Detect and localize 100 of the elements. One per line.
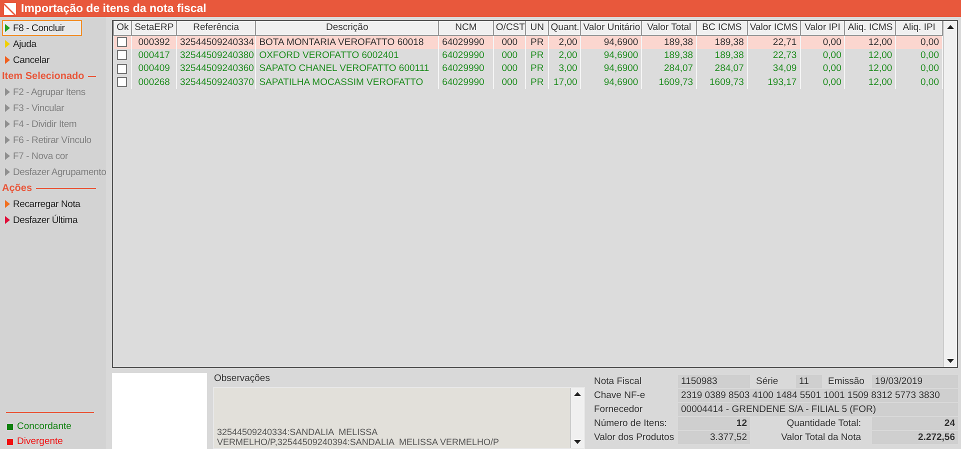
table-cell: 0,00 [800, 35, 845, 48]
table-cell: 189,38 [696, 48, 748, 62]
table-cell: 64029990 [438, 76, 494, 89]
table-cell: 000409 [132, 62, 176, 76]
field-label: Valor Total da Nota [780, 432, 862, 443]
legend-label: Divergente [17, 436, 63, 447]
table-cell: 0,00 [800, 62, 845, 76]
sidebar-item[interactable]: Recarregar Nota [2, 196, 106, 212]
table-cell: 94,6900 [580, 62, 642, 76]
checkbox[interactable] [117, 77, 128, 88]
field-value: 11 [796, 375, 822, 388]
column-header[interactable]: NCM [438, 21, 494, 35]
column-header[interactable]: O/CST [493, 21, 526, 35]
observations-field[interactable]: 32544509240334:SANDALIA MELISSA VERMELHO/P,32544509240394:SANDALIA MELISSA VERMELHO/P [213, 387, 585, 449]
window-title: Importação de itens da nota fiscal [21, 2, 206, 14]
field-label: Quantidade Total: [786, 418, 862, 429]
table-cell: 22,71 [747, 35, 800, 48]
table-cell: 1609,73 [696, 76, 748, 89]
table-cell: 32544509240380 [176, 48, 256, 62]
field-label: Emissão [827, 376, 866, 387]
table-cell: PR [526, 62, 548, 76]
field-value: 3.377,52 [678, 431, 750, 444]
table-cell: PR [526, 76, 548, 89]
table-cell: 2,00 [548, 35, 581, 48]
scrollbar[interactable] [943, 21, 957, 367]
table-cell: SAPATILHA MOCASSIM VEROFATTO [256, 76, 439, 89]
table-cell: OXFORD VEROFATTO 6002401 [256, 48, 439, 62]
field-label: Fornecedor [593, 404, 644, 415]
table-cell: 0,00 [800, 76, 845, 89]
column-header[interactable]: Valor Total [642, 21, 697, 35]
checkbox[interactable] [117, 64, 128, 74]
field-label: Número de Itens: [593, 418, 668, 429]
field-value: 1150983 [678, 375, 750, 388]
table-cell: 0,00 [896, 35, 942, 48]
column-header[interactable]: Valor ICMS [747, 21, 800, 35]
column-header[interactable]: Quant. [548, 21, 581, 35]
column-header[interactable]: SetaERP [132, 21, 176, 35]
table-cell: PR [526, 48, 548, 62]
checkbox[interactable] [117, 37, 128, 47]
field-value: 12 [678, 417, 750, 430]
table-cell: 64029990 [438, 62, 494, 76]
table-cell: 000 [493, 76, 526, 89]
table-cell: 3,00 [548, 62, 581, 76]
field-label: Nota Fiscal [593, 376, 643, 387]
observations-text: 32544509240334:SANDALIA MELISSA VERMELHO/P,32544509240394:SANDALIA MELISSA VERMELHO/P [217, 427, 500, 447]
table-cell: 189,38 [642, 35, 697, 48]
table-cell: 000392 [132, 35, 176, 48]
column-header[interactable]: Referência [176, 21, 256, 35]
table-cell: 284,07 [642, 62, 697, 76]
table-cell: 189,38 [642, 48, 697, 62]
table-cell: 94,6900 [580, 48, 642, 62]
table-cell: BOTA MONTARIA VEROFATTO 60018 [256, 35, 439, 48]
table-cell: 64029990 [438, 35, 494, 48]
table-row[interactable]: 000392 32544509240334 BOTA MONTARIA VEROFATTO 60018 64029990 000 PR 2,00 94,6900 189,38 189,38 22,71 0,00 12,00 0,00 [114, 35, 942, 48]
table-cell: 94,6900 [580, 35, 642, 48]
table-cell: SAPATO CHANEL VEROFATTO 600111 [256, 62, 439, 76]
table-cell: 000 [493, 62, 526, 76]
table-cell: 22,73 [747, 48, 800, 62]
table-cell: 000417 [132, 48, 176, 62]
table-cell: 32544509240334 [176, 35, 256, 48]
sidebar-item[interactable]: Ajuda [2, 36, 82, 52]
field-label: Chave NF-e [593, 390, 646, 401]
sidebar-item[interactable]: Cancelar [2, 52, 82, 68]
table-cell: 12,00 [844, 76, 896, 89]
column-header[interactable]: Aliq. ICMS [844, 21, 896, 35]
table-cell: 12,00 [844, 62, 896, 76]
column-header[interactable]: Aliq. IPI [896, 21, 942, 35]
table-cell: 64029990 [438, 48, 494, 62]
table-cell: 000 [493, 48, 526, 62]
column-header[interactable]: UN [526, 21, 548, 35]
field-label: Série [755, 376, 780, 387]
table-cell: 193,17 [747, 76, 800, 89]
table-cell: 284,07 [696, 62, 748, 76]
observations-label: Observações [213, 373, 271, 386]
table-cell: 1609,73 [642, 76, 697, 89]
field-value: 2.272,56 [872, 431, 958, 444]
column-header[interactable]: Valor Unitário [580, 21, 642, 35]
field-value: 2319 0389 8503 4100 1484 5501 1001 1509 8312 5773 3830 [678, 389, 958, 402]
legend-label: Concordante [17, 421, 72, 432]
section-title: Ações [2, 182, 32, 194]
table-cell: 12,00 [844, 35, 896, 48]
table-cell: 34,09 [747, 62, 800, 76]
column-header[interactable]: BC ICMS [696, 21, 748, 35]
field-label: Valor dos Produtos [593, 432, 675, 443]
table-cell: 189,38 [696, 35, 748, 48]
sidebar-item[interactable]: F8 - Concluir [2, 20, 82, 36]
checkbox[interactable] [117, 50, 128, 60]
column-header[interactable]: Ok [114, 21, 132, 35]
scrollbar[interactable] [570, 388, 584, 448]
sidebar-item[interactable]: Desfazer Última [2, 212, 106, 228]
table-cell: 000 [493, 35, 526, 48]
column-header[interactable]: Valor IPI [800, 21, 845, 35]
table-cell: 94,6900 [580, 76, 642, 89]
table-cell: 32544509240360 [176, 62, 256, 76]
table-cell: 0,00 [800, 48, 845, 62]
table-cell: 000268 [132, 76, 176, 89]
app-logo-icon [4, 2, 16, 14]
table-cell: 12,00 [844, 48, 896, 62]
column-header[interactable]: Descrição [256, 21, 439, 35]
section-title: Item Selecionado [2, 70, 84, 82]
